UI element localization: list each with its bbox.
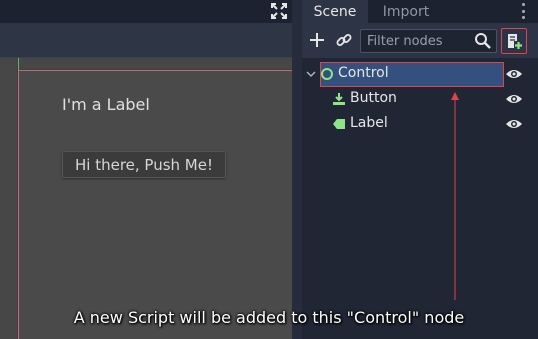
dock-tabbar: Scene Import xyxy=(302,0,538,23)
scene-dock: Scene Import Filter nodes Control Button… xyxy=(302,0,538,339)
label-node-icon xyxy=(333,119,345,129)
fullscreen-icon xyxy=(271,3,287,19)
eye-icon[interactable] xyxy=(505,67,523,81)
tree-item-button[interactable]: Button xyxy=(302,87,538,112)
scene-toolbar xyxy=(302,23,538,58)
chevron-down-icon[interactable] xyxy=(306,69,316,79)
button-node-icon xyxy=(333,93,345,105)
tree-item-control[interactable]: Control xyxy=(302,62,538,87)
tree-item-label: Control xyxy=(338,65,389,81)
canvas-viewport[interactable]: I'm a Label Hi there, Push Me! xyxy=(0,58,292,339)
tab-scene[interactable]: Scene xyxy=(302,0,368,23)
script-add-icon xyxy=(508,34,522,49)
ruler-vertical xyxy=(0,58,18,339)
ruler-horizontal xyxy=(0,58,292,70)
origin-guide xyxy=(18,58,19,70)
control-node-icon xyxy=(321,68,333,80)
dock-splitter[interactable] xyxy=(292,0,302,339)
plus-icon xyxy=(310,33,324,47)
tab-import[interactable]: Import xyxy=(368,0,444,23)
distraction-free-button[interactable] xyxy=(268,2,290,20)
add-node-button[interactable] xyxy=(306,29,328,51)
eye-icon[interactable] xyxy=(505,92,523,106)
tree-item-label: Label xyxy=(350,115,388,131)
viewport-toolbar xyxy=(0,23,292,58)
viewport-guide-vertical xyxy=(18,58,19,339)
viewport-topbar xyxy=(0,0,300,23)
instance-scene-button[interactable] xyxy=(333,29,355,51)
attach-script-button[interactable] xyxy=(501,28,527,54)
scene-tree: Control Button Label xyxy=(302,58,538,339)
link-icon xyxy=(336,34,352,46)
annotation-caption: A new Script will be added to this "Cont… xyxy=(73,308,465,327)
search-icon xyxy=(475,33,491,49)
canvas-label-node[interactable]: I'm a Label xyxy=(62,95,150,114)
viewport-guide-horizontal xyxy=(18,70,292,71)
eye-icon[interactable] xyxy=(505,117,523,131)
tree-item-label-node[interactable]: Label xyxy=(302,112,538,137)
canvas-push-button[interactable]: Hi there, Push Me! xyxy=(62,151,226,178)
tree-item-label: Button xyxy=(350,90,397,106)
kebab-menu-icon[interactable] xyxy=(516,2,530,20)
